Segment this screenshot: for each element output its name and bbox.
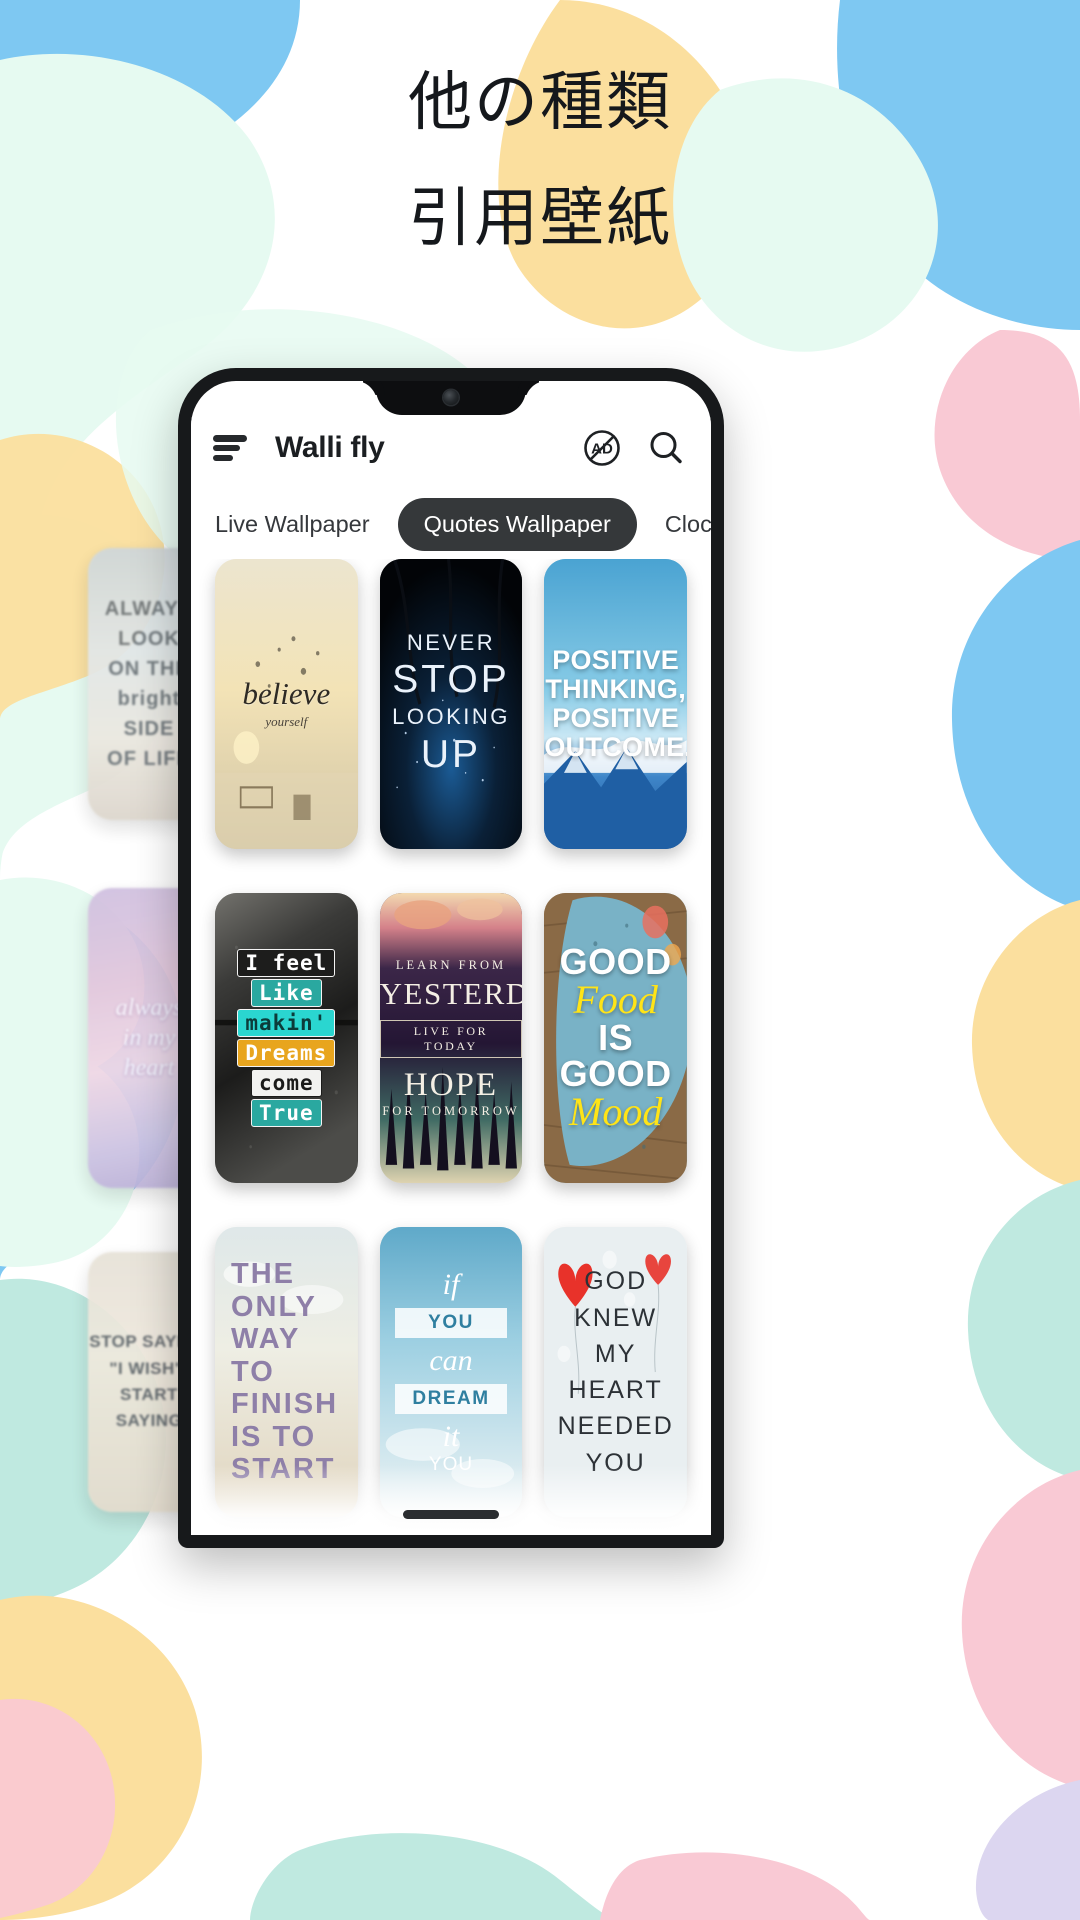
card-text-block: GOD KNEW MY HEART NEEDED YOU xyxy=(550,1263,681,1481)
quote-line: Like xyxy=(251,978,322,1007)
quote-line: DREAM xyxy=(394,1384,508,1414)
wallpaper-card-learn-from-yesterday[interactable]: LEARN FROM YESTERDAY LIVE FOR TODAY HOPE… xyxy=(379,893,523,1183)
quote-line: GOOD xyxy=(559,941,672,982)
quote-line: FINISH xyxy=(231,1388,339,1421)
tab-clock-wallpaper[interactable]: Clock Wa xyxy=(661,498,711,551)
quote-line: YESTERDAY xyxy=(379,975,523,1011)
card-text: GOOD Food IS GOOD Mood xyxy=(544,938,687,1138)
phone-screen: Walli fly AD Live Wallpaper Quotes Wallp… xyxy=(178,368,724,1548)
peek-line: heart xyxy=(123,1055,175,1081)
peek-line: in my xyxy=(122,1025,176,1051)
app-bar: Walli fly AD xyxy=(191,417,711,479)
quote-line: it xyxy=(442,1420,460,1453)
no-ads-glyph: AD xyxy=(584,430,620,466)
quote-line: POSITIVE xyxy=(552,703,680,733)
quote-line: WAY TO xyxy=(231,1323,300,1388)
quote-line: LIVE FOR TODAY xyxy=(379,1019,523,1058)
bottom-fade xyxy=(191,1465,711,1535)
hamburger-menu-icon[interactable] xyxy=(213,435,247,461)
quote-line: STOP xyxy=(392,658,510,702)
card-text-block: GOOD Food IS GOOD Mood xyxy=(550,944,681,1132)
quote-line: FOR TOMORROW xyxy=(382,1103,520,1118)
peek-line: bright xyxy=(117,688,181,710)
card-text: LEARN FROM YESTERDAY LIVE FOR TODAY HOPE… xyxy=(379,952,523,1125)
quote-line: makin' xyxy=(237,1008,336,1037)
card-text: if YOU can DREAM it YOU xyxy=(380,1262,523,1482)
wallpaper-grid: believe yourself NEVER STOP LOOKING UP P… xyxy=(191,559,711,1535)
quote-line: UP xyxy=(420,732,482,776)
quote-line: believe xyxy=(242,676,331,711)
card-text: I feel Like makin' Dreams come True xyxy=(215,941,358,1135)
card-text-block: LEARN FROM YESTERDAY LIVE FOR TODAY HOPE… xyxy=(379,957,523,1119)
quote-line: THE xyxy=(231,1258,295,1291)
headline-line-1: 他の種類 xyxy=(408,66,672,138)
search-icon[interactable] xyxy=(643,425,689,471)
app-title: Walli fly xyxy=(275,431,385,464)
menu-line xyxy=(213,454,233,461)
wallpaper-card-i-feel-like-makin-dreams[interactable]: I feel Like makin' Dreams come True xyxy=(215,893,358,1183)
page-title: 他の種類 引用壁紙 xyxy=(0,44,1080,276)
card-text: POSITIVE THINKING, POSITIVE OUTCOME. xyxy=(544,640,687,769)
phone-mockup: Walli fly AD Live Wallpaper Quotes Wallp… xyxy=(178,368,724,1548)
tab-live-wallpaper[interactable]: Live Wallpaper xyxy=(211,498,374,551)
card-text-block: THE ONLY WAY TO FINISH IS TO START xyxy=(221,1258,352,1485)
wallpaper-card-positive-thinking[interactable]: POSITIVE THINKING, POSITIVE OUTCOME. xyxy=(544,559,687,849)
quote-line: HOPE xyxy=(403,1066,499,1103)
card-text-block: POSITIVE THINKING, POSITIVE OUTCOME. xyxy=(544,644,687,763)
peek-line: "I WISH", xyxy=(109,1358,189,1378)
quote-line: Mood xyxy=(569,1089,663,1134)
quote-line: LEARN FROM xyxy=(395,957,507,972)
peek-line: SIDE xyxy=(123,718,175,740)
quote-line: GOD KNEW xyxy=(574,1267,658,1332)
headline-line-2: 引用壁紙 xyxy=(408,182,672,254)
tab-bar[interactable]: Live Wallpaper Quotes Wallpaper Clock Wa xyxy=(191,493,711,555)
front-camera xyxy=(443,390,459,405)
card-text-block: if YOU can DREAM it YOU xyxy=(386,1268,517,1476)
quote-line: NEVER xyxy=(406,629,496,655)
peek-line: START SAYING xyxy=(115,1385,183,1431)
card-text: believe yourself xyxy=(215,672,358,736)
quote-line: IS TO xyxy=(231,1420,317,1453)
peek-wallpaper-text: always in my heart xyxy=(116,993,183,1083)
quote-line: POSITIVE xyxy=(552,644,680,675)
card-text: THE ONLY WAY TO FINISH IS TO START xyxy=(215,1252,358,1491)
wallpaper-card-believe[interactable]: believe yourself xyxy=(215,559,358,849)
menu-line xyxy=(213,444,240,452)
wallpaper-card-never-stop-looking-up[interactable]: NEVER STOP LOOKING UP xyxy=(379,559,523,849)
wallpaper-card-good-food-is-good-mood[interactable]: GOOD Food IS GOOD Mood xyxy=(544,893,687,1183)
quote-line: if xyxy=(442,1268,460,1301)
quote-line: YOU xyxy=(394,1308,508,1338)
peek-line: always xyxy=(115,995,183,1021)
quote-line: yourself xyxy=(265,714,308,729)
no-ads-icon[interactable]: AD xyxy=(579,425,625,471)
quote-line: come xyxy=(251,1069,322,1098)
quote-line: OUTCOME. xyxy=(544,732,687,763)
peek-line: LOOK xyxy=(118,628,180,650)
quote-line: Food xyxy=(573,977,658,1022)
quote-line: LOOKING xyxy=(392,704,510,729)
quote-line: can xyxy=(429,1344,473,1377)
card-text-block: NEVER STOP LOOKING UP xyxy=(386,630,517,779)
menu-line xyxy=(213,435,247,442)
search-glyph xyxy=(650,432,682,464)
tab-quotes-wallpaper[interactable]: Quotes Wallpaper xyxy=(397,497,637,551)
quote-line: MY HEART xyxy=(568,1339,663,1404)
home-indicator[interactable] xyxy=(403,1510,499,1519)
quote-line: True xyxy=(251,1099,322,1128)
quote-line: IS GOOD xyxy=(559,1017,672,1094)
quote-line: ONLY xyxy=(231,1290,317,1323)
card-text: NEVER STOP LOOKING UP xyxy=(380,624,523,785)
card-text: GOD KNEW MY HEART NEEDED YOU xyxy=(544,1257,687,1487)
quote-line: I feel xyxy=(237,948,336,977)
quote-line: Dreams xyxy=(237,1039,336,1068)
quote-line: THINKING, xyxy=(545,673,687,704)
